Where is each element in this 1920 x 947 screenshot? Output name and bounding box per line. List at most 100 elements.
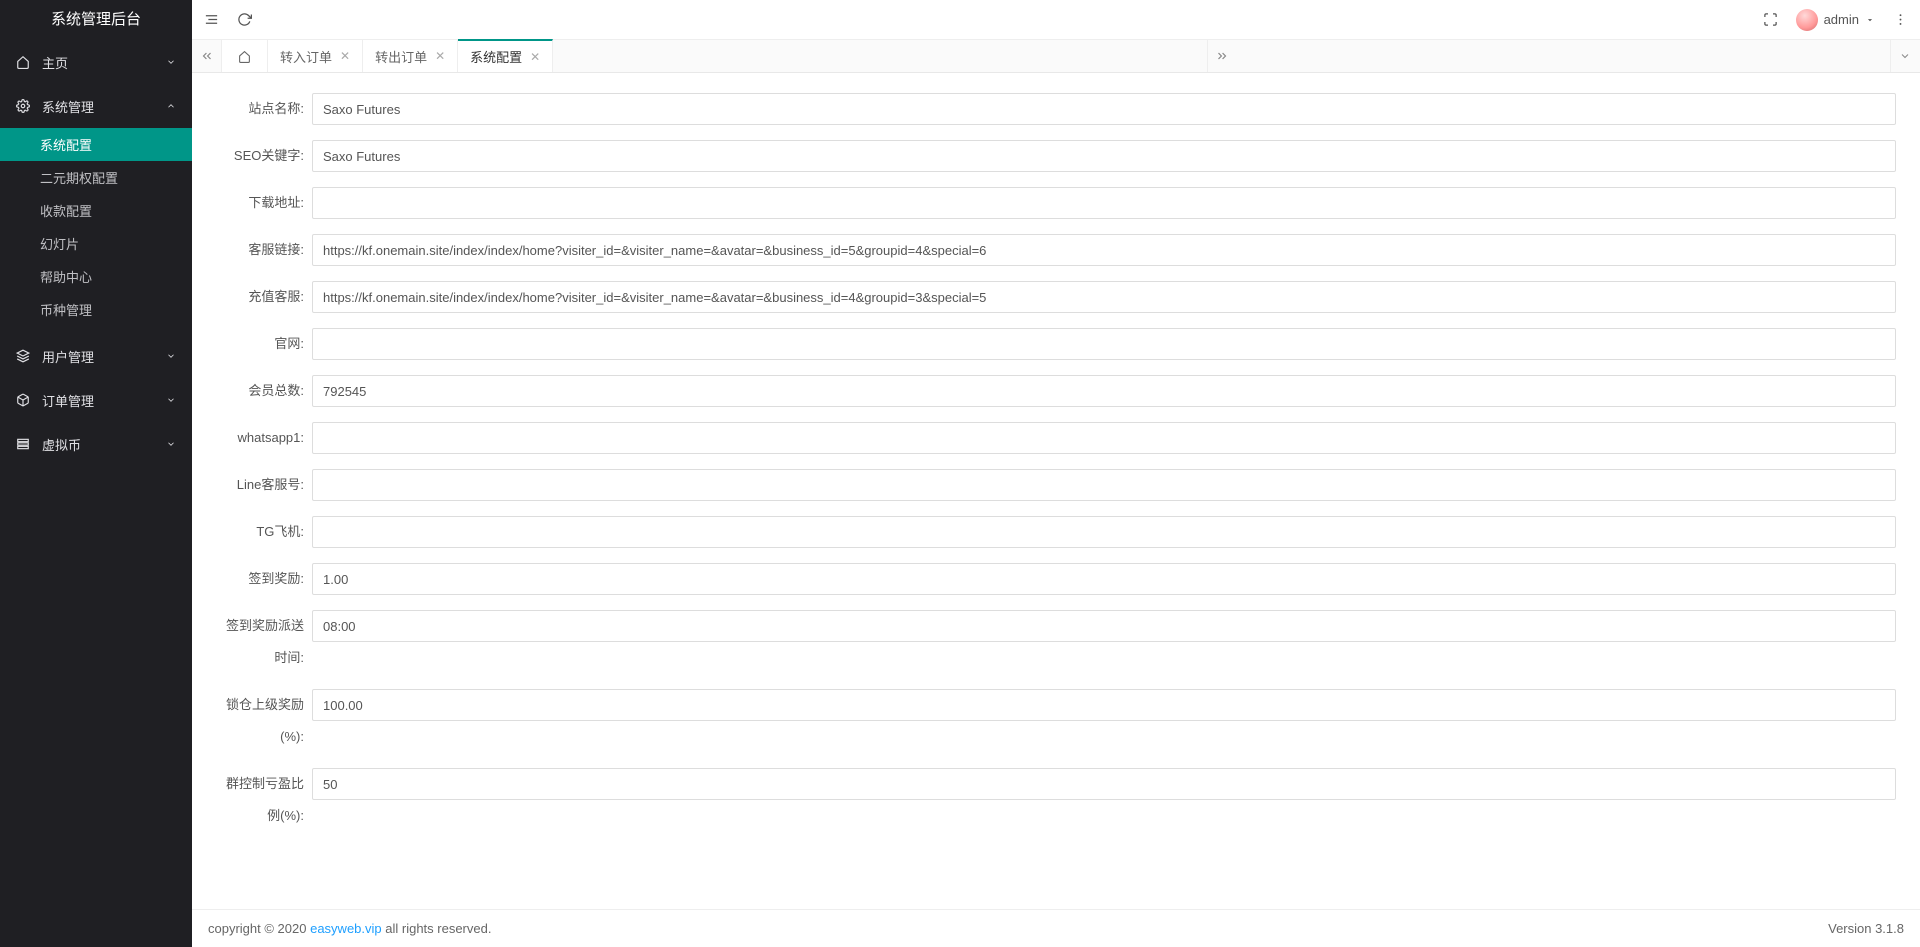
sidebar-sub-binary-config[interactable]: 二元期权配置 [0,161,192,194]
form-row: 锁仓上级奖励(%): [216,689,1896,753]
refresh-button[interactable] [237,12,252,27]
form-input[interactable] [312,516,1896,548]
form-row: SEO关键字: [216,140,1896,172]
more-button[interactable] [1893,12,1908,27]
sidebar-item-label: 币种管理 [40,300,92,319]
form-panel: 站点名称: SEO关键字: 下载地址: 客服链接: 充值客服: 官网: 会员总数: whats… [192,73,1920,909]
form-label: 充值客服: [216,281,312,313]
form-label: 站点名称: [216,93,312,125]
stack-icon [16,437,30,451]
avatar [1796,9,1818,31]
version: Version 3.1.8 [1828,921,1904,936]
close-icon[interactable]: ✕ [530,50,540,64]
tabs-bar: 转入订单 ✕ 转出订单 ✕ 系统配置 ✕ [192,40,1920,73]
form-input[interactable] [312,234,1896,266]
tab-home[interactable] [222,40,268,72]
topbar: admin [192,0,1920,40]
cube-icon [16,393,30,407]
form-input[interactable] [312,93,1896,125]
chevron-down-icon [166,351,176,361]
form-input[interactable] [312,187,1896,219]
tabs-scroll-left[interactable] [192,40,222,72]
layers-icon [16,349,30,363]
fullscreen-button[interactable] [1763,12,1778,27]
form-label: 官网: [216,328,312,360]
chevron-down-icon [166,57,176,67]
tab-system-config[interactable]: 系统配置 ✕ [458,39,553,72]
sidebar-item-orders[interactable]: 订单管理 [0,378,192,422]
form-label: 下载地址: [216,187,312,219]
collapse-sidebar-button[interactable] [204,12,219,27]
tabs-scroll-right[interactable] [1207,40,1237,72]
form-input[interactable] [312,689,1896,721]
tab-transfer-in[interactable]: 转入订单 ✕ [268,40,363,72]
chevron-down-icon [166,395,176,405]
form-label: 会员总数: [216,375,312,407]
sidebar-sub-payment-config[interactable]: 收款配置 [0,194,192,227]
sidebar-item-label: 虚拟币 [42,435,81,454]
form-input[interactable] [312,563,1896,595]
caret-down-icon [1865,15,1875,25]
form-row: 下载地址: [216,187,1896,219]
user-menu[interactable]: admin [1796,9,1875,31]
sidebar-item-label: 幻灯片 [40,234,79,253]
form-input[interactable] [312,469,1896,501]
form-input[interactable] [312,140,1896,172]
tab-label: 转出订单 [375,47,427,66]
form-input[interactable] [312,768,1896,800]
copyright: copyright © 2020 easyweb.vip all rights … [208,921,491,936]
close-icon[interactable]: ✕ [340,49,350,63]
form-row: whatsapp1: [216,422,1896,454]
copyright-post: all rights reserved. [382,921,492,936]
close-icon[interactable]: ✕ [435,49,445,63]
footer-link[interactable]: easyweb.vip [310,921,382,936]
sidebar-item-label: 二元期权配置 [40,168,118,187]
sidebar-sub-slides[interactable]: 幻灯片 [0,227,192,260]
sidebar: 系统管理后台 主页 系统管理 系统配置 二元期权配置 收款配置 幻灯片 帮助中心… [0,0,192,947]
form-row: 站点名称: [216,93,1896,125]
copyright-pre: copyright © 2020 [208,921,310,936]
sidebar-item-crypto[interactable]: 虚拟币 [0,422,192,466]
sidebar-item-label: 主页 [42,53,68,72]
sidebar-item-system[interactable]: 系统管理 [0,84,192,128]
tabs-dropdown[interactable] [1890,40,1920,72]
sidebar-menu: 主页 系统管理 系统配置 二元期权配置 收款配置 幻灯片 帮助中心 币种管理 用… [0,40,192,947]
form-input[interactable] [312,610,1896,642]
form-row: 群控制亏盈比例(%): [216,768,1896,832]
form-row: 会员总数: [216,375,1896,407]
sidebar-sub-help[interactable]: 帮助中心 [0,260,192,293]
form-row: 官网: [216,328,1896,360]
form-label: SEO关键字: [216,140,312,172]
form-label: 客服链接: [216,234,312,266]
form-label: 群控制亏盈比例(%): [216,768,312,832]
form-input[interactable] [312,422,1896,454]
sidebar-sub-system-config[interactable]: 系统配置 [0,128,192,161]
form-input[interactable] [312,281,1896,313]
sidebar-item-label: 系统配置 [40,135,92,154]
form-input[interactable] [312,375,1896,407]
form-row: TG飞机: [216,516,1896,548]
sidebar-item-label: 系统管理 [42,97,94,116]
home-icon [238,50,251,63]
form-label: TG飞机: [216,516,312,548]
sidebar-item-users[interactable]: 用户管理 [0,334,192,378]
form-label: Line客服号: [216,469,312,501]
app-title: 系统管理后台 [0,0,192,40]
sidebar-sub-currency[interactable]: 币种管理 [0,293,192,326]
sidebar-item-label: 帮助中心 [40,267,92,286]
form-row: 签到奖励派送时间: [216,610,1896,674]
form-input[interactable] [312,328,1896,360]
form-row: 客服链接: [216,234,1896,266]
gear-icon [16,99,30,113]
tab-label: 系统配置 [470,47,522,66]
form-row: 签到奖励: [216,563,1896,595]
user-name: admin [1824,12,1859,27]
form-label: 锁仓上级奖励(%): [216,689,312,753]
chevron-up-icon [166,101,176,111]
form-label: whatsapp1: [216,422,312,454]
form-row: Line客服号: [216,469,1896,501]
sidebar-item-home[interactable]: 主页 [0,40,192,84]
main: admin 转入订单 ✕ 转出订单 ✕ 系统配置 ✕ 站点名称: SEO关键字: 下… [192,0,1920,947]
chevron-down-icon [166,439,176,449]
tab-transfer-out[interactable]: 转出订单 ✕ [363,40,458,72]
